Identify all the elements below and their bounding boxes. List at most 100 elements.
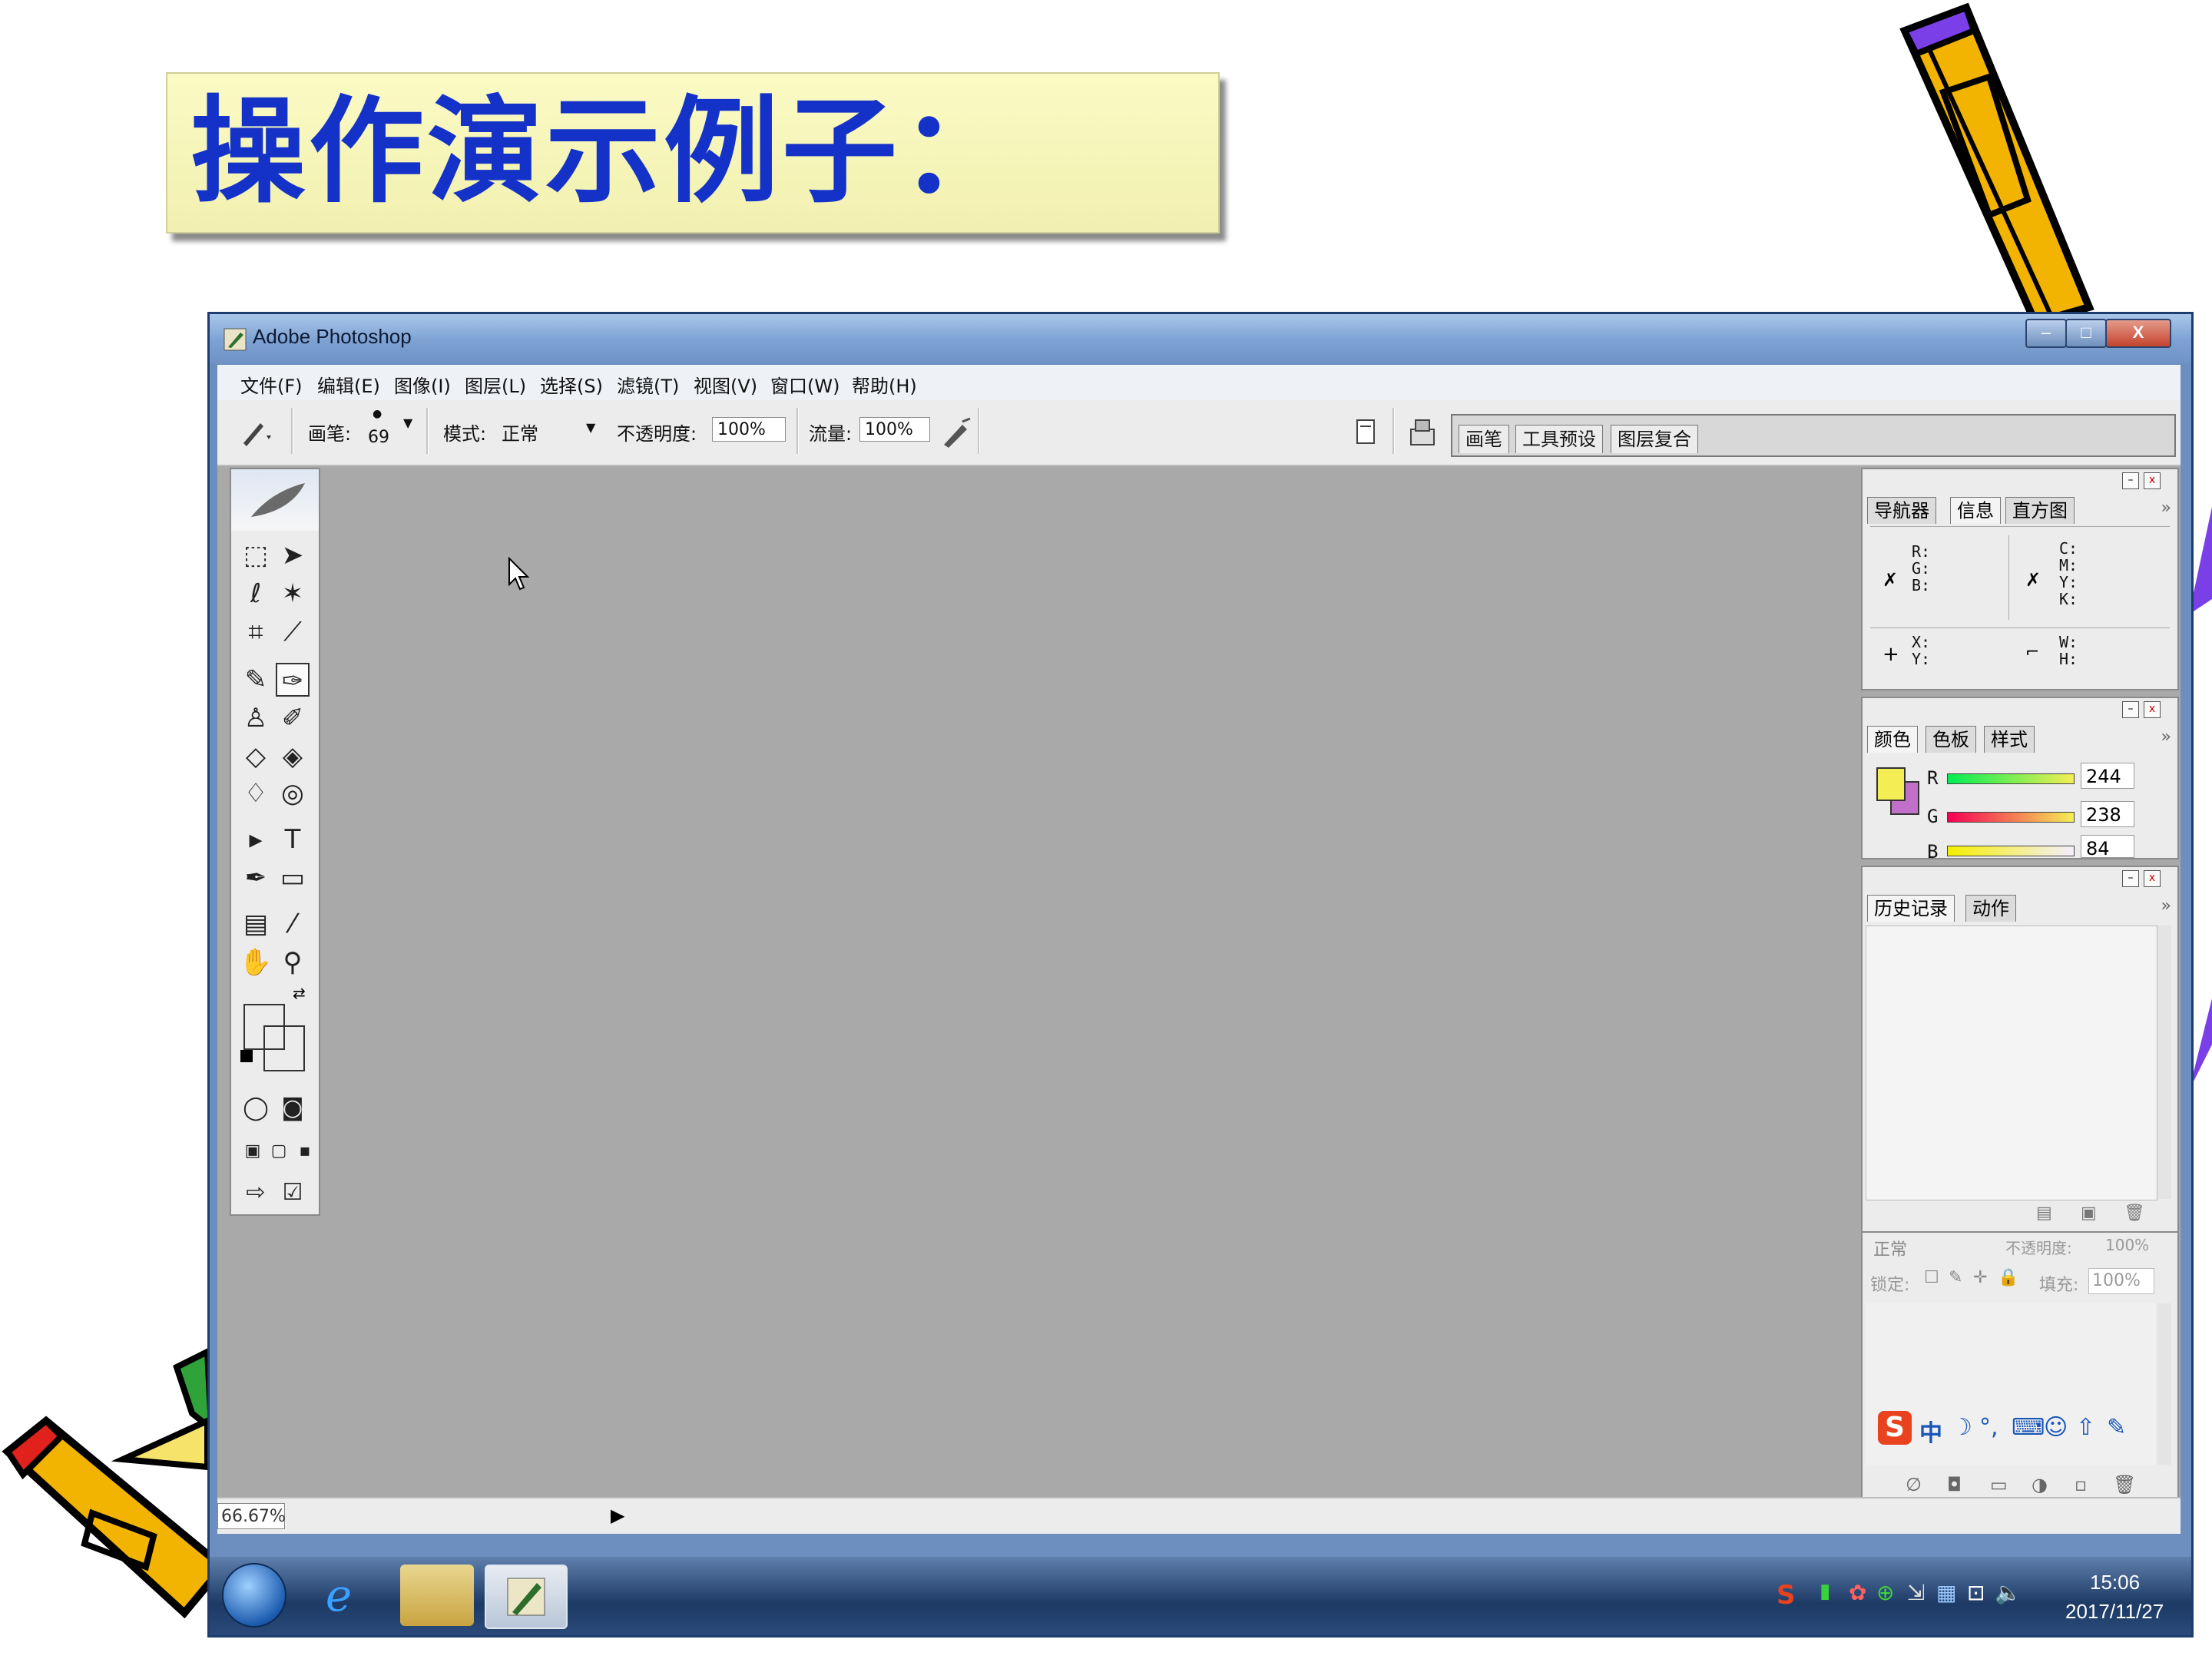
tray-network-icon[interactable]: ⊡ [1967, 1580, 1985, 1605]
quick-mask-mode-icon[interactable]: ◙ [276, 1091, 310, 1125]
brush-size[interactable]: 69 [368, 428, 389, 447]
tab-navigator[interactable]: 导航器 [1867, 497, 1936, 524]
magic-wand-tool-icon[interactable]: ✶ [276, 577, 310, 611]
lock-image-icon[interactable]: ✎ [1949, 1268, 1962, 1287]
adjustment-layer-icon[interactable]: ◑ [2032, 1474, 2048, 1495]
palette-minimize-icon[interactable]: – [2122, 870, 2139, 887]
cmyk-eyedropper-icon[interactable]: ✗ [2025, 569, 2041, 591]
jump-to-imageready-icon[interactable]: ⇨ [239, 1176, 273, 1210]
palette-close-icon[interactable]: x [2144, 701, 2161, 718]
layers-scrollbar[interactable] [2157, 1303, 2171, 1465]
color-foreground-swatch[interactable] [1876, 767, 1906, 801]
menu-edit[interactable]: 编辑(E) [317, 371, 380, 398]
history-brush-tool-icon[interactable]: ✐ [276, 701, 310, 735]
path-selection-tool-icon[interactable]: ▸ [239, 823, 273, 856]
airbrush-icon[interactable] [939, 416, 973, 449]
type-tool-icon[interactable]: T [276, 823, 310, 856]
palette-minimize-icon[interactable]: – [2122, 472, 2139, 489]
title-bar[interactable]: Adobe Photoshop – □ X [210, 314, 2191, 363]
layer-opacity-value[interactable]: 100% [2105, 1236, 2149, 1254]
default-colors-icon[interactable] [240, 1050, 253, 1062]
lock-position-icon[interactable]: ✛ [1973, 1268, 1987, 1287]
eraser-tool-icon[interactable]: ◇ [239, 740, 273, 773]
pen-tool-icon[interactable]: ✒ [239, 861, 273, 895]
new-layer-icon[interactable]: ▫ [2075, 1474, 2087, 1495]
new-document-icon[interactable]: ▣ [2081, 1204, 2097, 1223]
ime-settings-icon[interactable]: ✎ [2107, 1414, 2126, 1441]
channel-r-value[interactable]: 244 [2081, 763, 2134, 789]
hand-tool-icon[interactable]: ✋ [239, 945, 273, 979]
zoom-level[interactable]: 66.67% [217, 1503, 286, 1529]
explorer-icon[interactable] [400, 1565, 474, 1626]
photoshop-taskbar-button[interactable] [485, 1565, 568, 1629]
tray-app-icon[interactable]: ✿ [1849, 1580, 1866, 1605]
standard-mode-icon[interactable]: ◯ [239, 1091, 273, 1125]
history-list[interactable] [1866, 926, 2157, 1200]
new-snapshot-icon[interactable]: ▤ [2036, 1204, 2052, 1223]
mode-dropdown-icon[interactable]: ▼ [586, 420, 595, 435]
lasso-tool-icon[interactable]: ℓ [239, 577, 273, 611]
layer-mask-icon[interactable]: ◘ [1947, 1474, 1962, 1495]
blur-tool-icon[interactable]: ♢ [239, 777, 273, 810]
mode-select[interactable]: 正常 [502, 419, 538, 445]
palette-menu-icon[interactable]: » [2161, 498, 2171, 518]
slice-tool-icon[interactable]: ⟋ [276, 615, 310, 649]
channel-g-slider[interactable] [1947, 812, 2075, 823]
palette-minimize-icon[interactable]: – [2122, 701, 2139, 718]
palette-menu-icon[interactable]: » [2161, 896, 2171, 916]
taskbar-time[interactable]: 15:06 [2090, 1571, 2140, 1594]
ime-mode-label[interactable]: 中 [1919, 1414, 1942, 1448]
menu-help[interactable]: 帮助(H) [852, 371, 917, 398]
tab-swatches[interactable]: 色板 [1926, 726, 1976, 753]
tab-styles[interactable]: 样式 [1984, 726, 2035, 753]
tray-sogou-icon[interactable]: S [1777, 1580, 1796, 1611]
tray-security-icon[interactable]: ⊕ [1876, 1580, 1894, 1605]
menu-select[interactable]: 选择(S) [540, 371, 603, 398]
layer-set-icon[interactable]: ▭ [1990, 1474, 2008, 1495]
ime-moon-icon[interactable]: ☽ [1952, 1414, 1972, 1441]
maximize-button[interactable]: □ [2065, 319, 2107, 348]
palette-menu-icon[interactable]: » [2161, 727, 2171, 747]
crop-tool-icon[interactable]: ⌗ [239, 615, 273, 649]
notes-tool-icon[interactable]: ▤ [239, 907, 273, 941]
paint-bucket-tool-icon[interactable]: ◈ [276, 740, 310, 773]
ime-user-icon[interactable]: ☺ [2044, 1414, 2068, 1441]
lock-all-icon[interactable]: 🔒 [1998, 1268, 2018, 1287]
clone-stamp-tool-icon[interactable]: ♙ [239, 701, 273, 735]
brush-dropdown-icon[interactable]: ▼ [403, 416, 412, 430]
brush-tool-preset-icon[interactable] [237, 416, 274, 449]
tab-info[interactable]: 信息 [1950, 497, 2001, 524]
sogou-input-icon[interactable]: S [1878, 1411, 1912, 1445]
toolbox-header[interactable] [231, 469, 319, 531]
history-scrollbar[interactable] [2157, 926, 2171, 1199]
screen-mode-full-icon[interactable]: ▪ [288, 1134, 322, 1168]
palette-well-icon[interactable] [1405, 414, 1442, 451]
menu-image[interactable]: 图像(I) [394, 371, 451, 398]
menu-view[interactable]: 视图(V) [694, 371, 757, 398]
ime-keyboard-icon[interactable]: ⌨ [2012, 1414, 2045, 1441]
delete-layer-icon[interactable]: 🗑 [2113, 1474, 2136, 1495]
layer-blend-mode[interactable]: 正常 [1873, 1236, 1907, 1260]
trash-icon[interactable]: 🗑 [2124, 1204, 2145, 1223]
brush-tool-icon[interactable]: ✑ [276, 663, 310, 697]
ie-icon[interactable]: e [299, 1565, 379, 1626]
start-button[interactable] [222, 1563, 286, 1628]
tray-flag-icon[interactable]: ▦ [1936, 1580, 1956, 1605]
channel-r-slider[interactable] [1947, 773, 2075, 784]
menu-window[interactable]: 窗口(W) [770, 371, 839, 398]
flow-field[interactable]: 100% [859, 417, 930, 442]
status-menu-arrow-icon[interactable]: ▶ [611, 1505, 624, 1526]
channel-g-value[interactable]: 238 [2081, 801, 2134, 827]
channel-b-value[interactable]: 84 [2081, 835, 2134, 859]
rgb-eyedropper-icon[interactable]: ✗ [1883, 569, 1898, 591]
checkmark-icon[interactable]: ☑ [276, 1176, 310, 1210]
channel-b-slider[interactable] [1947, 846, 2075, 856]
minimize-button[interactable]: – [2025, 319, 2067, 348]
healing-brush-tool-icon[interactable]: ✎ [239, 663, 273, 697]
tab-history[interactable]: 历史记录 [1867, 895, 1955, 922]
foreground-color-swatch[interactable] [243, 1004, 285, 1050]
swap-colors-icon[interactable]: ⇄ [293, 984, 306, 1002]
layer-link-icon[interactable]: ∅ [1906, 1474, 1922, 1495]
ime-skin-icon[interactable]: ⇧ [2076, 1414, 2095, 1441]
tray-device-icon[interactable]: ⇲ [1907, 1580, 1925, 1605]
